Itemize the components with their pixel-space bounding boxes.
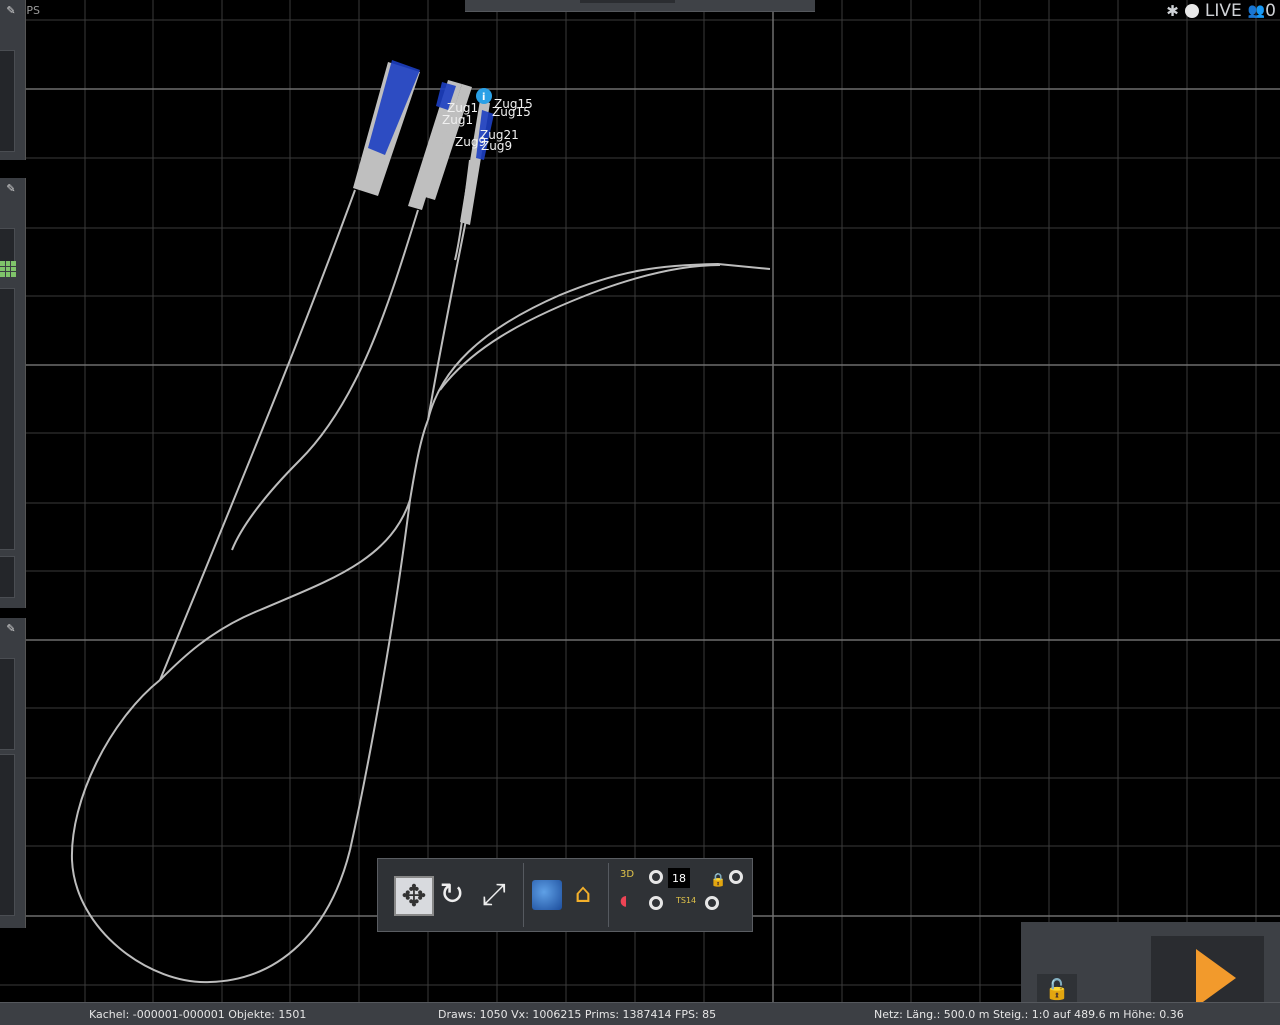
resize-icon[interactable]: ⤢ xyxy=(476,876,512,912)
net-info: Netz: Läng.: 500.0 m Steig.: 1:0 auf 489… xyxy=(874,1008,1184,1021)
toggle-ts[interactable] xyxy=(705,896,719,910)
panel-slot xyxy=(0,754,15,916)
home-icon[interactable]: ⌂ xyxy=(568,879,598,909)
tile-info: Kachel: -000001-000001 Objekte: 1501 xyxy=(89,1008,307,1021)
live-label[interactable]: LIVE xyxy=(1205,1,1242,21)
panel-slot xyxy=(0,658,15,750)
3d-view-label[interactable]: 3D xyxy=(620,869,634,881)
svg-text:i: i xyxy=(482,92,485,103)
earth-icon[interactable] xyxy=(532,880,562,910)
record-dot-icon xyxy=(1184,4,1199,18)
status-bar: Kachel: -000001-000001 Objekte: 1501 Dra… xyxy=(0,1002,1280,1025)
panel-slot xyxy=(0,50,15,152)
user-count: 0 xyxy=(1265,1,1276,21)
ts-label[interactable]: TS14 xyxy=(676,895,696,907)
status-indicators: ✱ LIVE 👥 0 xyxy=(1166,0,1276,22)
left-panel-top[interactable]: ✎ xyxy=(0,0,26,160)
left-panel-bottom[interactable]: ✎ xyxy=(0,618,26,928)
train-label: Zug21 xyxy=(480,128,519,142)
pin-icon[interactable]: ✎ xyxy=(3,622,19,636)
toggle-3d[interactable] xyxy=(649,870,663,884)
train-label: Zug1 xyxy=(447,101,478,115)
lock-icon[interactable]: 🔓 xyxy=(1037,974,1077,1004)
signal-icon[interactable]: ◖ xyxy=(620,894,627,908)
top-drawer-tab[interactable] xyxy=(465,0,815,12)
users-icon[interactable]: 👥 xyxy=(1248,3,1265,19)
lock-small-icon[interactable]: 🔒 xyxy=(710,874,726,887)
panel-slot xyxy=(0,288,15,550)
train-label: Zug15 xyxy=(492,105,531,119)
counter-display: 18 xyxy=(668,868,690,888)
render-stats: Draws: 1050 Vx: 1006215 Prims: 1387414 F… xyxy=(438,1008,717,1021)
left-panel-middle[interactable]: ✎ xyxy=(0,178,26,608)
grid-icon[interactable] xyxy=(0,261,16,277)
toggle-lock[interactable] xyxy=(729,870,743,884)
pin-icon[interactable]: ✎ xyxy=(3,182,19,196)
play-icon[interactable] xyxy=(1196,949,1236,1007)
panel-slot xyxy=(0,556,15,598)
toggle-signal[interactable] xyxy=(649,896,663,910)
expand-icon[interactable]: ✥ xyxy=(394,876,434,916)
bug-icon[interactable]: ✱ xyxy=(1166,2,1179,20)
rotate-icon[interactable]: ↻ xyxy=(434,876,470,912)
train-label: Zug1 xyxy=(442,113,473,127)
view-toolbar: ✥ ↻ ⤢ ⌂ 3D 18 🔒 ◖ TS14 xyxy=(377,858,753,932)
pin-icon[interactable]: ✎ xyxy=(3,4,19,18)
